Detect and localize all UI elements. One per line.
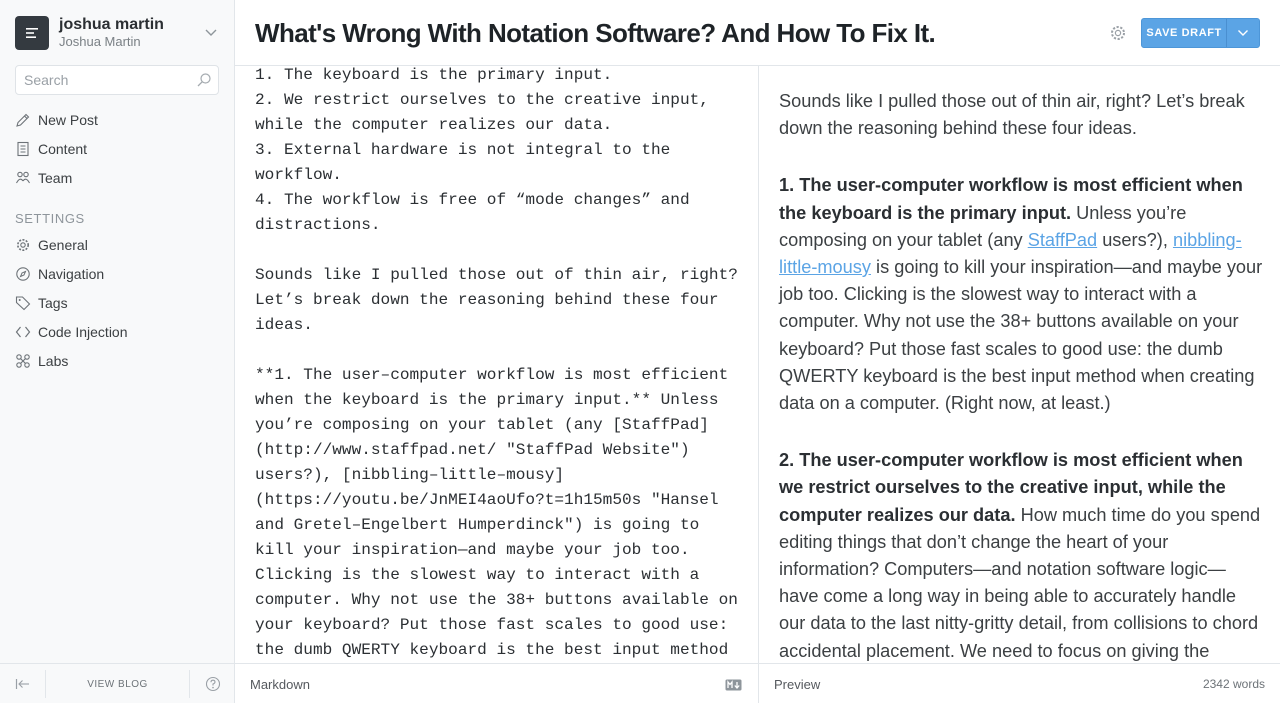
- search-icon[interactable]: [196, 72, 212, 88]
- preview-pane: Sounds like I pulled those out of thin a…: [759, 66, 1280, 663]
- nav-content[interactable]: Content: [15, 138, 220, 160]
- pencil-icon: [15, 112, 31, 128]
- help-icon[interactable]: [190, 664, 235, 703]
- post-title[interactable]: What's Wrong With Notation Software? And…: [255, 18, 936, 49]
- compass-icon: [15, 266, 31, 282]
- editor-header: What's Wrong With Notation Software? And…: [235, 0, 1280, 66]
- nav-navigation-label: Navigation: [38, 266, 105, 282]
- chevron-down-icon[interactable]: [202, 24, 220, 42]
- blog-title: joshua martin: [59, 16, 164, 33]
- nav-labs-label: Labs: [38, 353, 69, 369]
- search-box: [15, 65, 219, 95]
- nav-new-post-label: New Post: [38, 112, 98, 128]
- view-blog-link[interactable]: VIEW BLOG: [45, 669, 190, 698]
- search-input[interactable]: [16, 66, 186, 94]
- nav-general-label: General: [38, 237, 88, 253]
- nav-tags-label: Tags: [38, 295, 68, 311]
- save-draft-button[interactable]: SAVE DRAFT: [1142, 19, 1226, 47]
- markdown-text[interactable]: 1. The keyboard is the primary input. 2.…: [255, 66, 745, 663]
- nav-content-label: Content: [38, 141, 88, 157]
- save-options-chevron-down-icon[interactable]: [1226, 19, 1259, 47]
- sidebar-footer: VIEW BLOG: [0, 663, 235, 703]
- nav-navigation[interactable]: Navigation: [15, 263, 220, 285]
- word-count: 2342 words: [1202, 677, 1265, 691]
- preview-paragraph: 2. The user-computer workflow is most ef…: [779, 447, 1265, 663]
- tag-icon: [15, 295, 31, 311]
- preview-label: Preview: [774, 677, 821, 692]
- collapse-sidebar-icon[interactable]: [0, 664, 45, 703]
- nav-team[interactable]: Team: [15, 167, 220, 189]
- nav-labs[interactable]: Labs: [15, 350, 220, 372]
- preview-text: users?),: [1097, 229, 1173, 250]
- markdown-help-icon[interactable]: [725, 678, 742, 691]
- blog-menu[interactable]: joshua martin Joshua Martin: [15, 16, 220, 50]
- save-draft-button-group: SAVE DRAFT: [1141, 18, 1260, 48]
- nav-team-label: Team: [38, 170, 73, 186]
- preview-paragraph: Sounds like I pulled those out of thin a…: [779, 91, 1245, 139]
- nav-code-injection[interactable]: Code Injection: [15, 321, 220, 343]
- preview-paragraph: 1. The user-computer workflow is most ef…: [779, 172, 1265, 417]
- blog-user-name: Joshua Martin: [59, 34, 141, 49]
- preview-text: How much time do you spend editing thing…: [779, 504, 1261, 661]
- staffpad-link[interactable]: StaffPad: [1028, 230, 1097, 250]
- preview-text: is going to kill your inspiration—and ma…: [779, 257, 1263, 414]
- nav-tags[interactable]: Tags: [15, 292, 220, 314]
- markdown-editor[interactable]: 1. The keyboard is the primary input. 2.…: [235, 66, 759, 663]
- sidebar: joshua martin Joshua Martin New Post Con…: [0, 0, 235, 703]
- users-icon: [15, 170, 31, 186]
- document-icon: [15, 141, 31, 157]
- code-icon: [15, 324, 31, 340]
- nav-general[interactable]: General: [15, 234, 220, 256]
- blog-logo-icon: [15, 16, 49, 50]
- post-settings-gear-icon[interactable]: [1108, 23, 1128, 43]
- settings-heading: SETTINGS: [15, 211, 85, 226]
- nav-code-injection-label: Code Injection: [38, 324, 128, 340]
- preview-footer: Preview 2342 words: [759, 663, 1280, 703]
- markdown-footer: Markdown: [235, 663, 759, 703]
- gear-icon: [15, 237, 31, 253]
- markdown-label: Markdown: [250, 677, 310, 692]
- labs-icon: [15, 353, 31, 369]
- preview-content: Sounds like I pulled those out of thin a…: [779, 88, 1265, 663]
- nav-new-post[interactable]: New Post: [15, 109, 220, 131]
